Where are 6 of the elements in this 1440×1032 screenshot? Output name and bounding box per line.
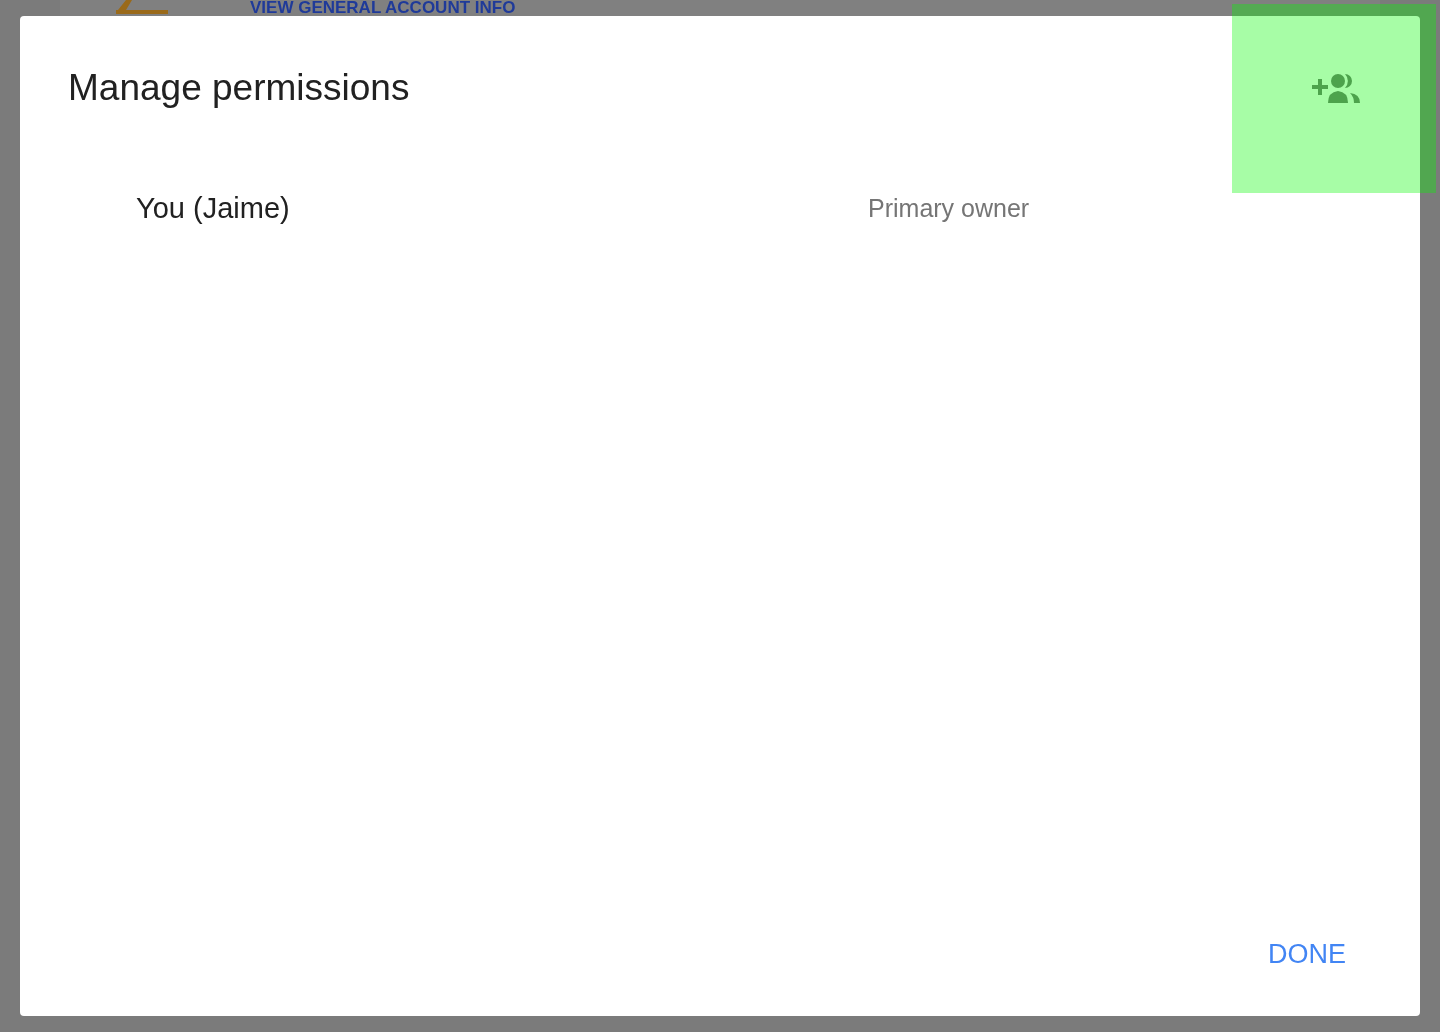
member-role: Primary owner [868,194,1031,223]
account-info-link[interactable]: VIEW GENERAL ACCOUNT INFO [250,0,516,16]
dialog-title: Manage permissions [68,66,410,110]
member-name: You (Jaime) [136,192,291,225]
group-add-icon [1312,73,1362,103]
done-button[interactable]: DONE [1242,933,1372,976]
